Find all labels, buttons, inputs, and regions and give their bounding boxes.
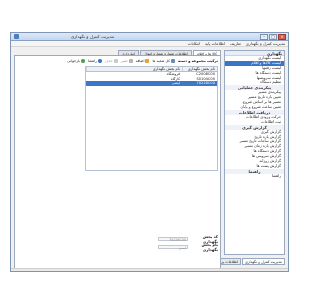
cell-name: ایمنی [171, 81, 180, 85]
sidebar-bottom-tabs: مدیریت کنترل و نگهداری اطلاعات پرسنلی [209, 258, 285, 266]
delete-button[interactable]: حذف [105, 59, 118, 63]
delete-icon [113, 59, 118, 63]
form-row-name: نام بخش نگهداری ایمنی [85, 242, 219, 252]
code-field[interactable]: 70228C00 [158, 236, 188, 242]
cell-code: 70228C00 [196, 81, 215, 85]
help-label: راهنما [88, 59, 97, 63]
sidebar-item[interactable]: راهنما [225, 174, 284, 179]
edit-label: تغییر [120, 59, 128, 63]
data-grid: نام بخش نگهداری نام بخش نگهداری C2008C00… [85, 66, 218, 171]
toolbar: ترکیب مجموعه و دسته کل شعبه ها اضافه تغی… [17, 58, 218, 64]
app-window: مدیریت کنترل و نگهداری – □ × مدیریت کنتر… [10, 32, 289, 272]
all-branches-button[interactable]: کل شعبه ها [152, 59, 175, 63]
menu-item-basic-info[interactable]: اطلاعات پایه [205, 41, 225, 46]
toolbar-title: ترکیب مجموعه و دسته [177, 59, 218, 63]
tab-cmms[interactable]: مدیریت کنترل و نگهداری [241, 258, 285, 266]
edit-button[interactable]: تغییر [121, 59, 133, 63]
app-icon [14, 34, 19, 40]
menu-bar: مدیریت کنترل و نگهداری تعاریف اطلاعات پا… [11, 41, 288, 47]
refresh-button[interactable]: بازخوانی [67, 59, 86, 63]
table-row-selected[interactable]: 70228C00 ایمنی [86, 81, 217, 86]
title-bar[interactable]: مدیریت کنترل و نگهداری – □ × [11, 33, 288, 41]
tab-panel: ترکیب مجموعه و دسته کل شعبه ها اضافه تغی… [14, 55, 221, 270]
close-button[interactable]: × [278, 34, 286, 40]
delete-label: حذف [104, 59, 113, 63]
menu-item-tools[interactable]: امکانات [188, 41, 200, 46]
detail-form: کد بخش نگهداری 70228C00 نام بخش نگهداری … [85, 234, 219, 256]
maximize-button[interactable]: □ [269, 34, 277, 40]
filter-icon [170, 59, 175, 63]
all-branches-label: کل شعبه ها [152, 59, 170, 63]
menu-item-cmms[interactable]: مدیریت کنترل و نگهداری [246, 41, 285, 46]
minimize-button[interactable]: – [260, 34, 268, 40]
add-button[interactable]: اضافه [136, 59, 150, 63]
edit-icon [128, 59, 133, 63]
navigation-sidebar: نگهداری لیست نگهداری لیست کالاها و اقلام… [224, 50, 285, 255]
help-icon [97, 59, 102, 63]
plus-icon [145, 59, 150, 63]
main-content: کالا ها و اقلام اطلاعات شماره شماره اموا… [14, 50, 221, 270]
add-label: اضافه [135, 59, 145, 63]
menu-item-definitions[interactable]: تعاریف [230, 41, 241, 46]
status-bar [11, 268, 288, 271]
refresh-label: بازخوانی [67, 59, 81, 63]
window-controls: – □ × [260, 34, 286, 40]
help-button[interactable]: راهنما [88, 59, 102, 63]
window-title: مدیریت کنترل و نگهداری [71, 34, 115, 40]
name-field[interactable]: ایمنی [158, 244, 188, 250]
column-header-name[interactable]: نام بخش نگهداری [86, 67, 182, 71]
name-label: نام بخش نگهداری [201, 242, 219, 252]
column-header-code[interactable]: نام بخش نگهداری [182, 67, 217, 71]
refresh-icon [81, 59, 86, 63]
